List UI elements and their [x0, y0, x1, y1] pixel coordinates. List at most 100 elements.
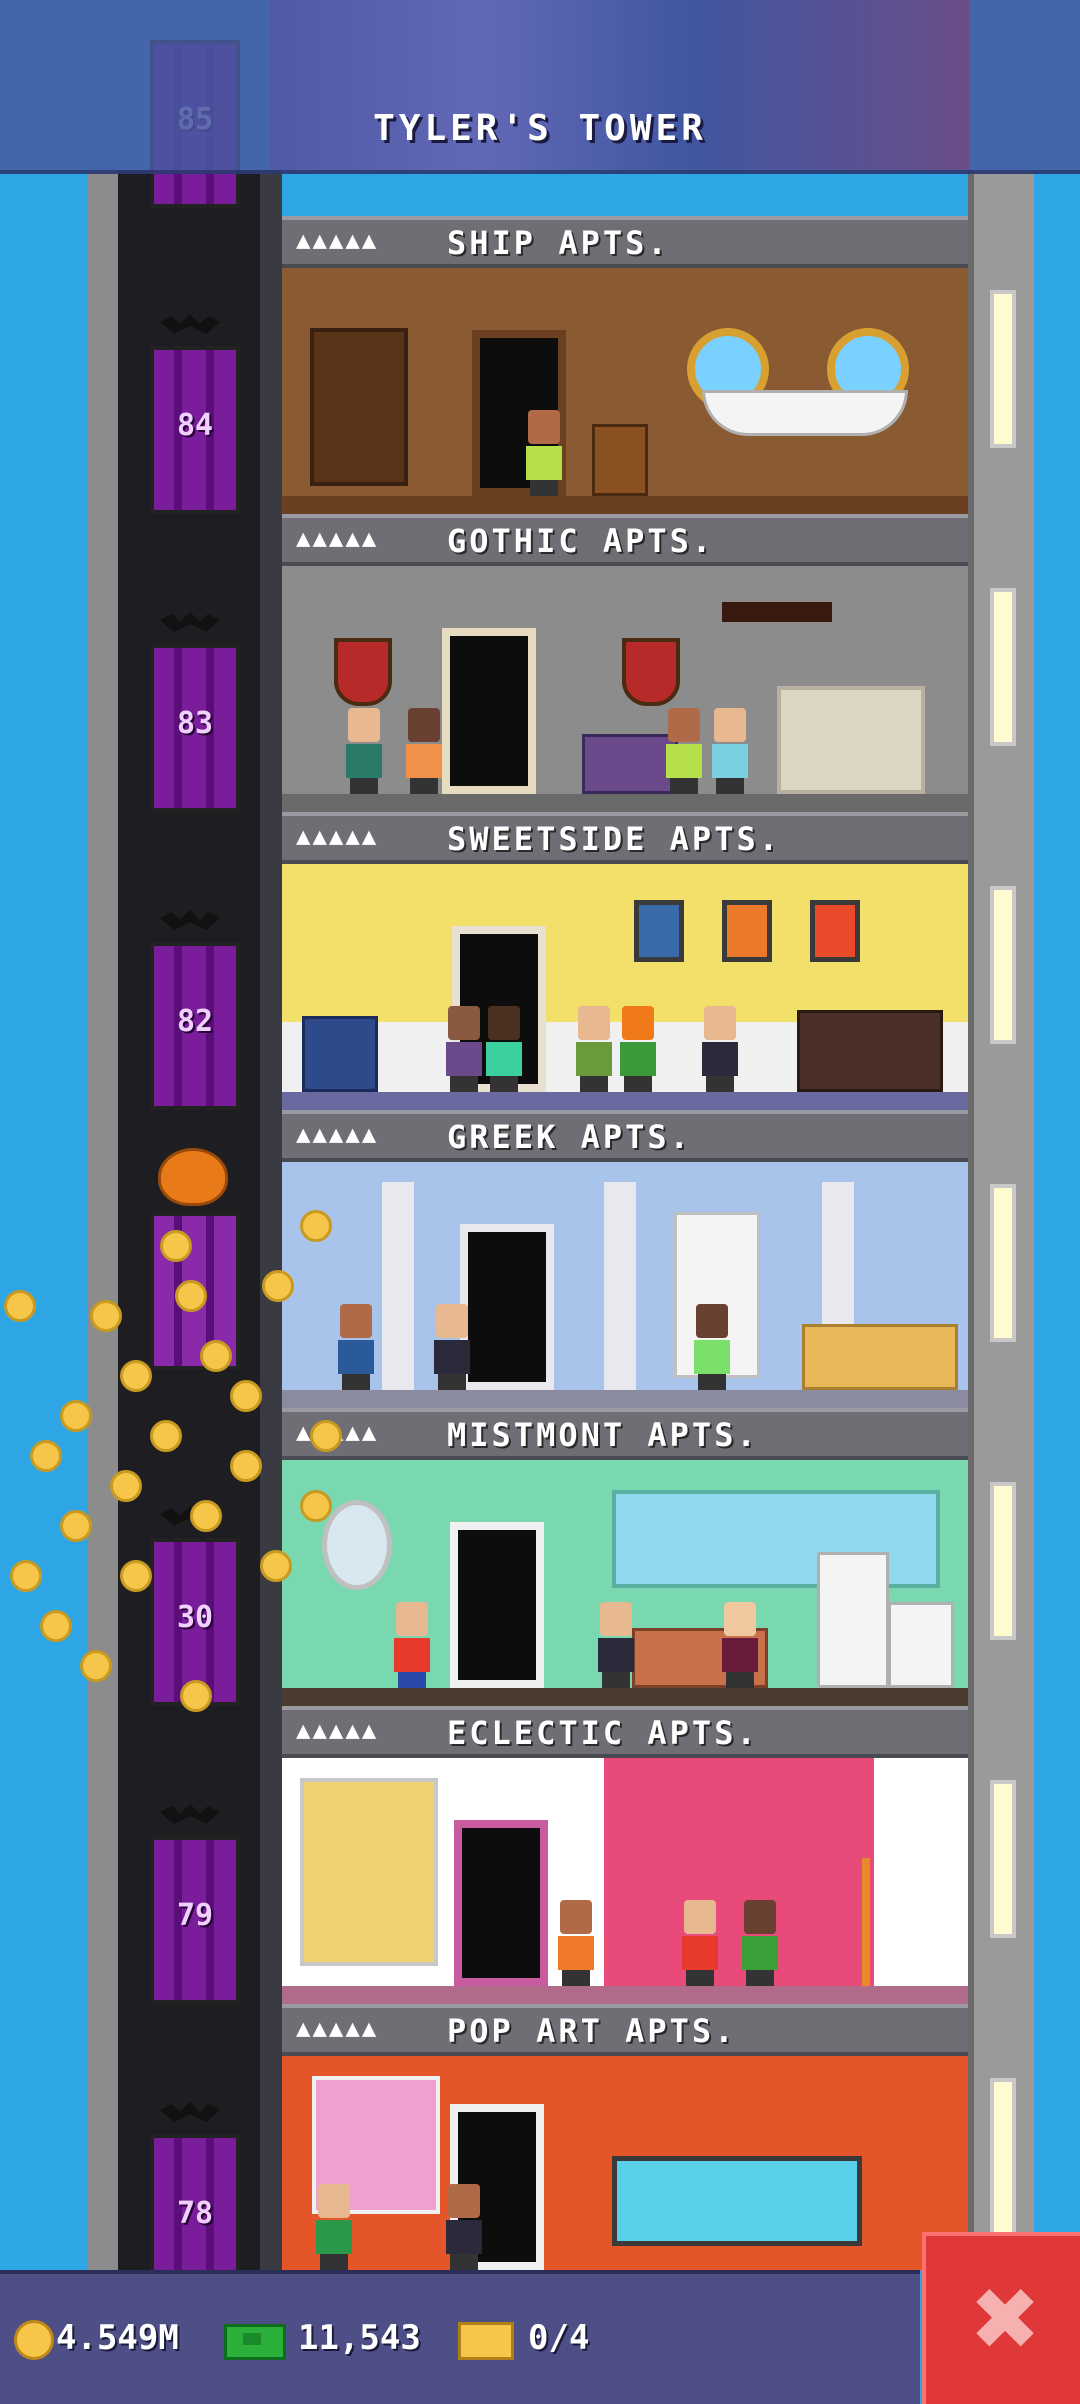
tower-title: TYLER'S TOWER: [373, 108, 707, 149]
chandelier: [722, 602, 832, 622]
resident[interactable]: [442, 2184, 486, 2270]
bux-icon: [224, 2324, 286, 2360]
tower-window: [990, 886, 1016, 1044]
elevator-car-82[interactable]: 82: [150, 942, 240, 1110]
floor-name: SWEETSIDE APTS.: [447, 820, 781, 858]
aquarium: [612, 2156, 862, 2246]
barrel: [592, 424, 648, 496]
wall-picture: [634, 900, 684, 962]
floor-pop-art-apts[interactable]: ▲▲▲▲▲ POP ART APTS.: [282, 2004, 968, 2270]
elevator-car-83[interactable]: 83: [150, 644, 240, 812]
coin-icon: [14, 2320, 54, 2360]
room-interior: [282, 1162, 968, 1408]
resident[interactable]: [390, 1602, 434, 1688]
resident[interactable]: [312, 2184, 356, 2270]
resident[interactable]: [738, 1900, 782, 1986]
floor-sweetside-apts[interactable]: ▲▲▲▲▲ SWEETSIDE APTS.: [282, 812, 968, 1110]
floor-rating-stars: ▲▲▲▲▲: [296, 2014, 379, 2042]
status-bar: 4.549M 11,543 0/4: [0, 2270, 920, 2404]
elevator-car-84[interactable]: 84: [150, 346, 240, 514]
tower-window: [990, 1482, 1016, 1640]
floor-gothic-apts[interactable]: ▲▲▲▲▲ GOTHIC APTS.: [282, 514, 968, 812]
resident[interactable]: [662, 708, 706, 794]
floor-rating-stars: ▲▲▲▲▲: [296, 524, 379, 552]
elevator-floor-number: 79: [176, 1898, 214, 1933]
floor-eclectic-apts[interactable]: ▲▲▲▲▲ ECLECTIC APTS.: [282, 1706, 968, 2004]
bat-icon: [160, 2100, 220, 2126]
floor-name: POP ART APTS.: [447, 2012, 737, 2050]
column: [604, 1182, 636, 1390]
wall-picture: [722, 900, 772, 962]
resident[interactable]: [442, 1006, 486, 1092]
elevator-shaft-edge: [260, 170, 282, 2270]
floor-rating-stars: ▲▲▲▲▲: [296, 822, 379, 850]
resident[interactable]: [594, 1602, 638, 1688]
floor-rating-stars: ▲▲▲▲▲: [296, 226, 379, 254]
floor-lamp: [862, 1858, 870, 1988]
resident[interactable]: [708, 708, 752, 794]
floor-header: ▲▲▲▲▲ GREEK APTS.: [282, 1110, 968, 1162]
room-interior: [282, 864, 968, 1110]
hammock: [702, 390, 908, 436]
resident[interactable]: [690, 1304, 734, 1390]
floor-header: ▲▲▲▲▲ ECLECTIC APTS.: [282, 1706, 968, 1758]
resident[interactable]: [698, 1006, 742, 1092]
bookshelf: [310, 328, 408, 486]
resident[interactable]: [522, 410, 566, 496]
close-button[interactable]: ✖: [922, 2232, 1080, 2404]
resident[interactable]: [402, 708, 446, 794]
floor-name: SHIP APTS.: [447, 224, 670, 262]
floor-ship-apts[interactable]: ▲▲▲▲▲ SHIP APTS.: [282, 216, 968, 514]
resident[interactable]: [678, 1900, 722, 1986]
tower-window: [990, 2078, 1016, 2236]
resident[interactable]: [334, 1304, 378, 1390]
floor-name: MISTMONT APTS.: [447, 1416, 759, 1454]
bat-icon: [160, 1802, 220, 1828]
floor-header: ▲▲▲▲▲ SHIP APTS.: [282, 216, 968, 268]
elevator-floor-number: 82: [176, 1004, 214, 1039]
fridge: [817, 1552, 889, 1688]
resident[interactable]: [430, 1304, 474, 1390]
room-interior: [282, 1460, 968, 1706]
floor-name: ECLECTIC APTS.: [447, 1714, 759, 1752]
room-interior: [282, 1758, 968, 2004]
floor-greek-apts[interactable]: ▲▲▲▲▲ GREEK APTS.: [282, 1110, 968, 1408]
stove: [888, 1602, 954, 1688]
room-door: [442, 628, 536, 794]
sofa: [797, 1010, 943, 1092]
room-door: [454, 1820, 548, 1986]
elevator-floor-number: 30: [176, 1600, 214, 1635]
sofa: [802, 1324, 958, 1390]
elevator-car-78[interactable]: 78: [150, 2134, 240, 2278]
resident[interactable]: [554, 1900, 598, 1986]
room-door: [460, 1224, 554, 1390]
floor-header: ▲▲▲▲▲ GOTHIC APTS.: [282, 514, 968, 566]
mirror: [322, 1500, 392, 1590]
ticket-icon: [458, 2322, 514, 2360]
bat-icon: [160, 908, 220, 934]
resident[interactable]: [616, 1006, 660, 1092]
resident[interactable]: [342, 708, 386, 794]
resident[interactable]: [482, 1006, 526, 1092]
elevator-floor-number: 83: [176, 706, 214, 741]
bux-count: 11,543: [298, 2318, 421, 2358]
resident[interactable]: [718, 1602, 762, 1688]
tower-window: [990, 1780, 1016, 1938]
tower-title-bar: TYLER'S TOWER: [0, 0, 1080, 174]
elevator-car-79[interactable]: 79: [150, 1836, 240, 2004]
close-icon: ✖: [968, 2270, 1042, 2370]
shield-decor: [334, 638, 392, 706]
tickets-count: 0/4: [528, 2318, 590, 2358]
column: [382, 1182, 414, 1390]
floor-header: ▲▲▲▲▲ SWEETSIDE APTS.: [282, 812, 968, 864]
room-interior: [282, 2056, 968, 2270]
pumpkin-icon: [158, 1148, 228, 1206]
room-door: [450, 1522, 544, 1688]
wall-art: [300, 1778, 438, 1966]
resident[interactable]: [572, 1006, 616, 1092]
wall-picture: [810, 900, 860, 962]
floor-header: ▲▲▲▲▲ MISTMONT APTS.: [282, 1408, 968, 1460]
shield-decor: [622, 638, 680, 706]
floor-mistmont-apts[interactable]: ▲▲▲▲▲ MISTMONT APTS.: [282, 1408, 968, 1706]
room-interior: [282, 268, 968, 514]
